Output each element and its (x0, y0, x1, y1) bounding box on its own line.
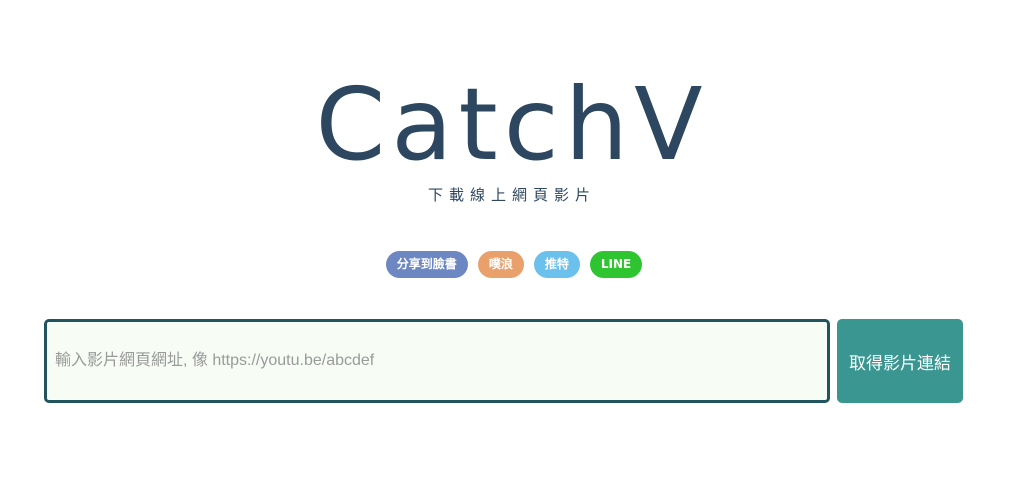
share-facebook-button[interactable]: 分享到臉書 (385, 251, 468, 278)
share-weibo-button[interactable]: 噗浪 (477, 251, 524, 278)
share-buttons: 分享到臉書 噗浪 推特 LINE (0, 251, 1024, 278)
site-logo: CatchV (315, 66, 709, 183)
page: CatchV 下載線上網頁影片 分享到臉書 噗浪 推特 LINE 取得影片連結 (0, 0, 1024, 503)
video-url-input[interactable] (44, 319, 830, 403)
site-tagline: 下載線上網頁影片 (427, 186, 596, 204)
share-twitter-button[interactable]: 推特 (533, 251, 580, 278)
get-video-link-button[interactable]: 取得影片連結 (837, 319, 963, 403)
share-line-button[interactable]: LINE (589, 251, 643, 278)
